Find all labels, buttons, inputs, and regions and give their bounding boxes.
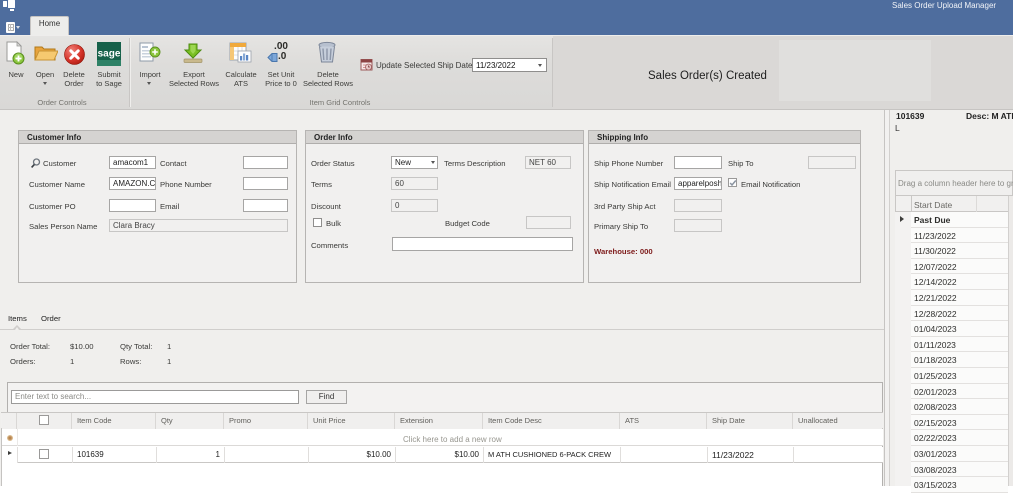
svg-text:sage: sage [98, 49, 121, 60]
